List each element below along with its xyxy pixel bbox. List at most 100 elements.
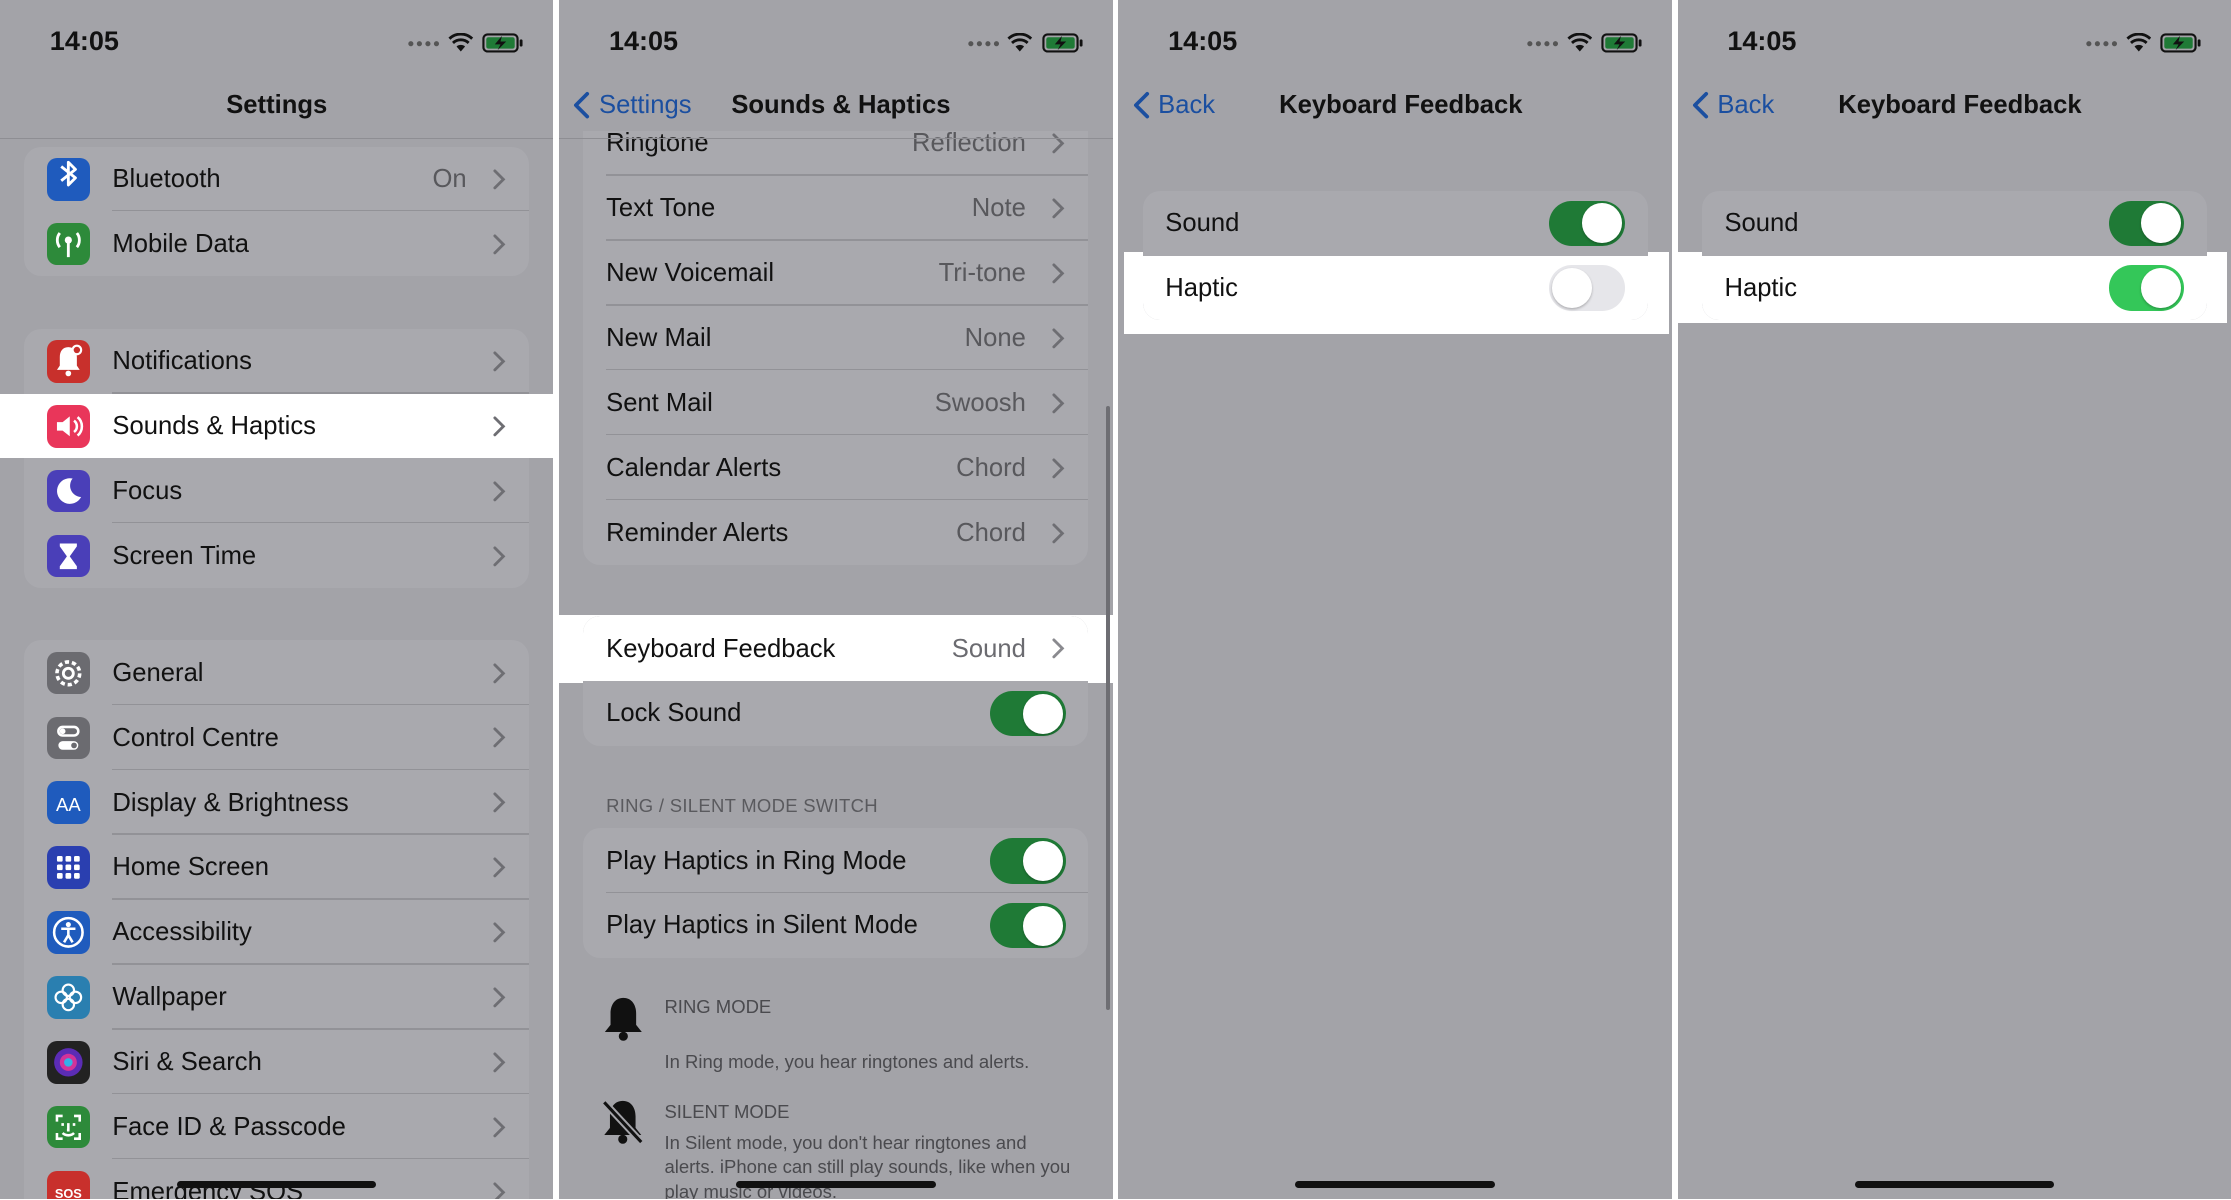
settings-row-accessibility[interactable]: Accessibility (24, 900, 530, 965)
wifi-icon (1566, 32, 1592, 52)
sos-icon: SOS (46, 1170, 90, 1200)
battery-charging-icon (482, 33, 523, 53)
settings-row-siri-search[interactable]: Siri & Search (24, 1030, 530, 1095)
settings-row-display-brightness[interactable]: AA Display & Brightness (24, 770, 530, 835)
haptic-toggle[interactable] (2108, 265, 2185, 311)
speaker-icon (46, 404, 90, 448)
back-label: Back (1158, 91, 1216, 120)
tone-row-sent-mail[interactable]: Sent Mail Swoosh (583, 370, 1089, 436)
settings-row-emergency-sos[interactable]: SOS Emergency SOS (24, 1159, 529, 1200)
settings-row-bluetooth[interactable]: Bluetooth On (24, 147, 530, 212)
row-label: Mobile Data (112, 229, 250, 258)
haptic-row: Haptic (1142, 255, 1648, 321)
row-label: Play Haptics in Silent Mode (606, 911, 918, 940)
status-icons (1527, 31, 1644, 54)
row-label: Calendar Alerts (606, 453, 782, 482)
tone-row-new-mail[interactable]: New Mail None (583, 306, 1089, 371)
chevron-right-icon (1052, 198, 1065, 219)
row-label: Home Screen (112, 853, 269, 882)
row-label: Notifications (112, 347, 252, 376)
bell-icon (604, 997, 642, 1041)
settings-row-screen-time[interactable]: Screen Time (24, 523, 529, 588)
silent-mode-desc: In Silent mode, you don't hear ringtones… (664, 1132, 1071, 1200)
settings-row-control-centre[interactable]: Control Centre (24, 705, 530, 771)
chevron-right-icon (1052, 638, 1065, 659)
chevron-right-icon (493, 351, 506, 372)
sound-toggle[interactable] (1549, 200, 1625, 247)
back-label: Settings (598, 91, 692, 120)
row-label: Sound (1165, 209, 1240, 238)
home-indicator (1295, 1180, 1495, 1189)
tone-row-new-voicemail[interactable]: New Voicemail Tri-tone (583, 241, 1089, 306)
lock-sound-toggle[interactable] (990, 690, 1066, 737)
settings-row-notifications[interactable]: Notifications (24, 329, 530, 394)
chevron-right-icon (1052, 263, 1065, 284)
row-value: Reflection (911, 129, 1026, 158)
row-label: Sounds & Haptics (112, 412, 316, 441)
silent-haptics-row: Play Haptics in Silent Mode (583, 893, 1088, 958)
row-value: Tri-tone (938, 259, 1026, 288)
back-label: Back (1717, 91, 1775, 120)
chevron-right-icon (1052, 393, 1065, 414)
tone-row-reminder-alerts[interactable]: Reminder Alerts Chord (583, 500, 1088, 565)
app-grid-icon (46, 846, 90, 889)
signal-dots-icon (408, 41, 440, 47)
scrollbar[interactable] (1105, 405, 1110, 1011)
settings-group-notifications: Notifications Sounds & Haptics Focus Screen… (24, 328, 530, 589)
svg-text:AA: AA (56, 794, 81, 815)
silent-haptics-toggle[interactable] (990, 902, 1066, 949)
moon-icon (46, 469, 90, 513)
page-title: Keyboard Feedback (1838, 91, 2082, 120)
haptic-toggle[interactable] (1549, 265, 1625, 311)
nav-divider (559, 138, 1113, 140)
keyboard-lock-group: Keyboard Feedback Sound Lock Sound (583, 616, 1089, 746)
battery-charging-icon (2160, 33, 2201, 53)
settings-row-mobile-data[interactable]: Mobile Data (24, 211, 529, 276)
keyboard-feedback-group: Sound Haptic (1701, 190, 2207, 321)
ring-mode-title: RING MODE (664, 995, 772, 1017)
ring-mode-desc: In Ring mode, you hear ringtones and ale… (664, 1051, 1030, 1073)
row-label: Keyboard Feedback (606, 634, 836, 663)
settings-row-wallpaper[interactable]: Wallpaper (24, 965, 530, 1030)
row-value: Swoosh (934, 388, 1026, 417)
back-button[interactable]: Back (1692, 91, 1775, 120)
bluetooth-icon (46, 157, 90, 201)
tone-row-calendar-alerts[interactable]: Calendar Alerts Chord (583, 435, 1089, 501)
settings-group-general: General Control Centre AA Display & Brightn… (24, 640, 530, 1200)
sound-toggle[interactable] (2108, 200, 2185, 247)
settings-row-general[interactable]: General (24, 640, 530, 706)
chevron-right-icon (493, 727, 506, 748)
chevron-left-icon (1692, 92, 1708, 119)
row-label: Play Haptics in Ring Mode (606, 846, 907, 875)
status-time: 14:05 (1727, 25, 1797, 56)
row-label: Control Centre (112, 723, 279, 752)
back-button[interactable]: Settings (573, 91, 692, 120)
row-label: Sent Mail (606, 388, 713, 417)
row-label: New Voicemail (606, 259, 775, 288)
keyboard-feedback-screen-off: 14:05 Back Keyboard Feedback Sound Hapti… (1118, 0, 1672, 1200)
wifi-icon (448, 32, 474, 52)
ring-haptics-toggle[interactable] (990, 838, 1066, 884)
silent-mode-title: SILENT MODE (664, 1101, 790, 1123)
bell-slash-icon (602, 1100, 645, 1145)
status-bar: 14:05 (1118, 0, 1671, 85)
settings-group-connectivity: Bluetooth On Mobile Data (24, 146, 530, 277)
chevron-right-icon (493, 857, 506, 878)
settings-row-sounds-haptics[interactable]: Sounds & Haptics (24, 393, 530, 459)
bell-icon (46, 340, 90, 383)
settings-row-face-id-passcode[interactable]: Face ID & Passcode (24, 1094, 530, 1160)
settings-row-home-screen[interactable]: Home Screen (24, 835, 530, 900)
row-value: None (964, 324, 1026, 353)
back-button[interactable]: Back (1133, 91, 1216, 120)
keyboard-feedback-group: Sound Haptic (1142, 190, 1648, 321)
keyboard-feedback-row[interactable]: Keyboard Feedback Sound (583, 616, 1089, 681)
settings-row-focus[interactable]: Focus (24, 458, 530, 524)
tone-row-text-tone[interactable]: Text Tone Note (583, 176, 1089, 241)
nav-bar: Back Keyboard Feedback (1118, 80, 1671, 140)
chevron-right-icon (493, 416, 506, 437)
battery-charging-icon (1041, 33, 1083, 53)
antenna-icon (46, 222, 90, 266)
row-value: Chord (956, 453, 1026, 482)
chevron-right-icon (493, 546, 506, 566)
gear-icon (46, 651, 90, 695)
